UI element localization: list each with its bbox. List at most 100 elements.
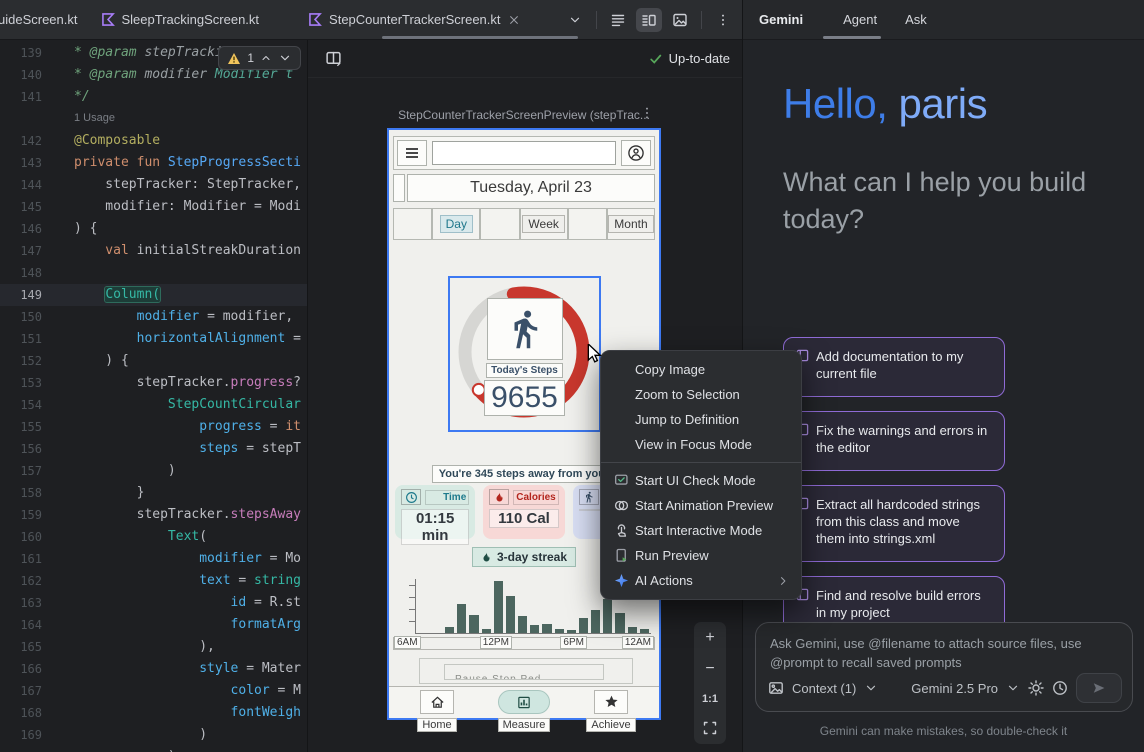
date-nav-box[interactable] [393,174,405,202]
code-line[interactable]: 141*/ [0,86,307,108]
code-line[interactable]: 162 text = string [0,570,307,592]
model-dropdown[interactable]: Gemini 2.5 Pro [911,681,998,696]
line-number: 149 [0,284,42,306]
steps-label: Today's Steps [486,363,563,378]
attach-image-icon[interactable] [768,680,784,696]
menu-item-start-animation-preview[interactable]: Start Animation Preview [601,493,801,518]
close-tab-icon[interactable] [508,14,520,26]
code-view-button[interactable] [605,8,631,32]
zoom-ratio-button[interactable]: 1:1 [702,693,718,705]
prev-issue-icon[interactable] [260,52,272,64]
code-line[interactable]: 158 } [0,482,307,504]
bottom-nav: Home Measure Achieve [389,686,659,718]
preview-title[interactable]: StepCounterTrackerScreenPreview (stepTra… [378,108,670,122]
settings-gear-icon[interactable] [1028,680,1044,696]
flame-icon [481,551,492,564]
code-line[interactable]: 148 [0,262,307,284]
tab-agent[interactable]: Agent [843,12,877,27]
code-line[interactable]: 144 stepTracker: StepTracker, [0,174,307,196]
time-card[interactable]: Time 01:15 min [395,485,475,539]
line-number: 148 [0,262,42,284]
menu-item-view-in-focus-mode[interactable]: View in Focus Mode [601,432,801,457]
code-line[interactable]: 160 Text( [0,526,307,548]
tab-scrollbar[interactable] [382,36,578,39]
fit-to-screen-icon[interactable] [702,720,718,736]
next-issue-icon[interactable] [278,51,292,65]
split-view-button[interactable] [636,8,662,32]
more-options-icon[interactable] [710,8,736,32]
code-line[interactable]: 165 ), [0,636,307,658]
code-line[interactable]: 145 modifier: Modifier = Modi [0,196,307,218]
context-dropdown[interactable]: Context (1) [792,681,856,696]
code-line[interactable]: 143private fun StepProgressSecti [0,152,307,174]
menu-item-ai-actions[interactable]: AI Actions [601,568,801,593]
suggestion-card[interactable]: Add documentation to my current file [783,337,1005,397]
code-line[interactable]: 142@Composable [0,130,307,152]
menu-item-zoom-to-selection[interactable]: Zoom to Selection [601,382,801,407]
code-line[interactable]: 169 ) [0,724,307,746]
code-line[interactable]: 155 progress = it [0,416,307,438]
code-line[interactable]: 167 color = M [0,680,307,702]
code-line[interactable]: 154 StepCountCircular [0,394,307,416]
tab-day[interactable]: Day [432,208,480,240]
code-line[interactable]: 164 formatArg [0,614,307,636]
menu-item-run-preview[interactable]: Run Preview [601,543,801,568]
code-text: ) { [74,218,97,240]
menu-item-start-ui-check-mode[interactable]: Start UI Check Mode [601,468,801,493]
tab-spacer [568,208,607,240]
calories-card[interactable]: Calories 110 Cal [483,485,564,539]
code-line[interactable]: 150 modifier = modifier, [0,306,307,328]
tab-guidescreen[interactable]: uideScreen.kt [0,0,90,39]
tab-month[interactable]: Month [607,208,655,240]
code-text: ) [74,724,207,746]
menu-item-start-interactive-mode[interactable]: Start Interactive Mode [601,518,801,543]
profile-icon[interactable] [621,140,651,166]
nav-achieve[interactable]: Achieve [571,690,651,733]
nav-home[interactable]: Home [397,690,477,733]
prompt-input[interactable] [756,623,1132,675]
code-line[interactable]: 156 steps = stepT [0,438,307,460]
tab-ask[interactable]: Ask [905,12,927,27]
hamburger-menu-icon[interactable] [397,140,427,166]
code-line[interactable]: 153 stepTracker.progress? [0,372,307,394]
star-icon [594,690,628,714]
line-number: 147 [0,240,42,262]
history-clock-icon[interactable] [1052,680,1068,696]
code-line[interactable]: 161 modifier = Mo [0,548,307,570]
design-view-button[interactable] [667,8,693,32]
chart-bar [603,599,612,633]
chevron-down-icon[interactable] [562,8,588,32]
gemini-input-box[interactable]: Context (1) Gemini 2.5 Pro [755,622,1133,712]
chevron-down-icon[interactable] [864,681,878,695]
split-editor-icon[interactable] [320,47,346,71]
usage-hint[interactable]: 1 Usage [0,108,307,130]
code-line[interactable]: 163 id = R.st [0,592,307,614]
suggestion-card[interactable]: Fix the warnings and errors in the edito… [783,411,1005,471]
code-line[interactable]: 170 ) [0,746,307,752]
tab-sleeptrackingscreen[interactable]: SleepTrackingScreen.kt [90,0,272,39]
code-line[interactable]: 159 stepTracker.stepsAway [0,504,307,526]
menu-item-copy-image[interactable]: Copy Image [601,357,801,382]
search-input[interactable] [432,141,616,165]
preview-options-icon[interactable] [640,106,654,120]
tab-week[interactable]: Week [520,208,568,240]
chevron-down-icon[interactable] [1006,681,1020,695]
code-line[interactable]: 168 fontWeigh [0,702,307,724]
zoom-in-button[interactable]: + [705,630,714,646]
code-line[interactable]: 157 ) [0,460,307,482]
inspection-widget[interactable]: 1 [218,46,301,70]
code-line[interactable]: 152 ) { [0,350,307,372]
code-line[interactable]: 151 horizontalAlignment = [0,328,307,350]
code-line[interactable]: 149 Column( [0,284,307,306]
code-line[interactable]: 146) { [0,218,307,240]
nav-measure[interactable]: Measure [484,690,564,733]
send-button[interactable] [1076,673,1122,703]
step-progress-ring[interactable]: Today's Steps 9655 [448,276,601,432]
tab-stepcountertrackerscreen[interactable]: StepCounterTrackerScreen.kt [297,0,531,39]
suggestion-card[interactable]: Extract all hardcoded strings from this … [783,485,1005,562]
menu-item-jump-to-definition[interactable]: Jump to Definition [601,407,801,432]
code-line[interactable]: 166 style = Mater [0,658,307,680]
code-line[interactable]: 147 val initialStreakDuration [0,240,307,262]
zoom-out-button[interactable]: − [705,661,714,677]
code-editor[interactable]: 139* @param stepTracki140* @param modifi… [0,40,307,752]
